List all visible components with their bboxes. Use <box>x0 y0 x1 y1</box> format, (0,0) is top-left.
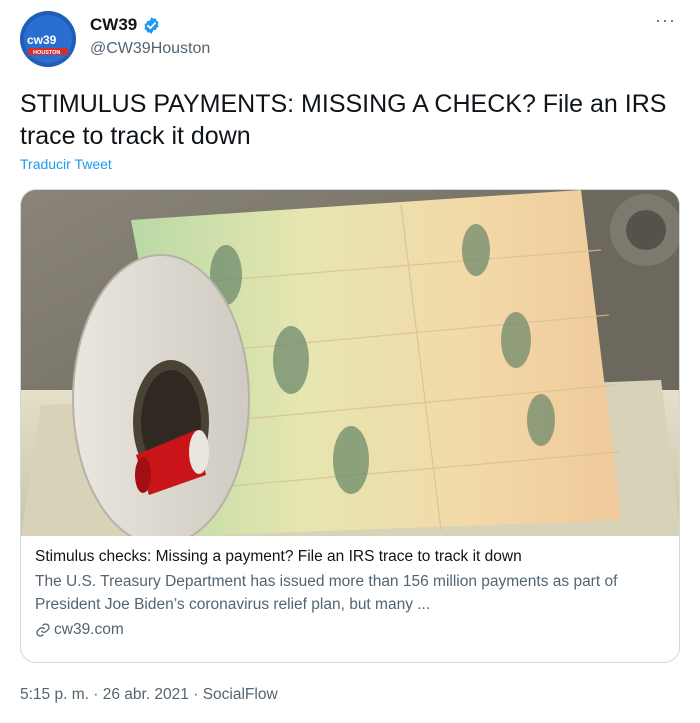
handle[interactable]: @CW39Houston <box>90 40 210 58</box>
card-image[interactable] <box>21 190 679 536</box>
meta-separator: · <box>188 686 203 703</box>
card-title[interactable]: Stimulus checks: Missing a payment? File… <box>35 546 667 568</box>
more-options-icon[interactable]: ··· <box>655 10 676 31</box>
display-name[interactable]: CW39 <box>90 15 137 35</box>
tweet-time[interactable]: 5:15 p. m. <box>20 686 89 703</box>
verified-badge-icon <box>142 16 161 35</box>
link-card[interactable]: Stimulus checks: Missing a payment? File… <box>20 189 680 663</box>
tweet-source[interactable]: SocialFlow <box>203 686 278 703</box>
tweet-text: STIMULUS PAYMENTS: MISSING A CHECK? File… <box>20 90 667 150</box>
tweet-date[interactable]: 26 abr. 2021 <box>103 686 189 703</box>
cw39-logo-icon: cw39 HOUSTON <box>20 11 76 67</box>
tweet: cw39 HOUSTON CW39 @CW39Houston ··· STIMU… <box>0 0 700 723</box>
translate-tweet-link[interactable]: Traducir Tweet <box>20 156 112 172</box>
card-domain-text: cw39.com <box>54 621 124 638</box>
card-domain[interactable]: cw39.com <box>35 619 667 641</box>
avatar-logo-subtext: HOUSTON <box>33 50 60 56</box>
name-row: CW39 <box>90 15 161 35</box>
avatar-logo-text: cw39 <box>27 33 57 47</box>
avatar[interactable]: cw39 HOUSTON <box>20 11 76 67</box>
stimulus-check-roll-photo-icon <box>21 190 679 536</box>
card-text: Stimulus checks: Missing a payment? File… <box>35 546 667 641</box>
link-icon <box>35 622 51 638</box>
meta-separator: · <box>88 686 103 703</box>
tweet-meta: 5:15 p. m. · 26 abr. 2021 · SocialFlow <box>20 686 278 704</box>
card-description: The U.S. Treasury Department has issued … <box>35 573 618 613</box>
